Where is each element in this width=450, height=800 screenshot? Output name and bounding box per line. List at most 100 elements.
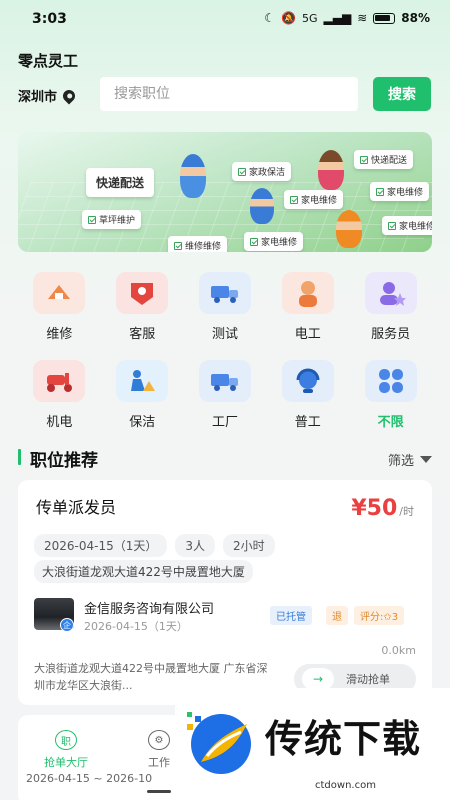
check-icon xyxy=(238,167,246,176)
repair-icon xyxy=(33,272,86,314)
wifi-icon: ≋ xyxy=(357,11,368,25)
app-title: 零点灵工 xyxy=(18,52,79,70)
truck-icon xyxy=(198,272,251,314)
category-label: 不限 xyxy=(377,415,404,430)
category-label: 保洁 xyxy=(129,415,156,430)
job-address-tag: 大浪街道龙观大道422号中晟置地大厦 xyxy=(34,560,253,583)
category-item[interactable]: 客服 xyxy=(101,272,184,342)
scooter-icon xyxy=(33,360,86,402)
job-card[interactable]: 传单派发员 ¥50 /时 2026-04-15（1天） 3人 2小时 大浪街道龙… xyxy=(18,480,432,705)
category-item[interactable]: 工厂 xyxy=(184,360,267,430)
banner-tile: 家电维修 xyxy=(244,232,304,251)
category-item[interactable]: 普工 xyxy=(266,360,349,430)
category-label: 客服 xyxy=(129,327,156,342)
section-header: 职位推荐 筛选 xyxy=(18,446,432,471)
cleaner-figure xyxy=(318,150,344,190)
courier-figure xyxy=(180,154,206,198)
enterprise-badge-icon: 企 xyxy=(60,618,74,632)
watermark-text: 传统下载 xyxy=(265,716,422,761)
tab-work-icon: ⚙ xyxy=(148,730,170,750)
company-date: 2026-04-15（1天） xyxy=(84,620,188,633)
banner-tile: 家电维修 xyxy=(284,190,344,209)
moon-icon: ☾ xyxy=(264,11,276,25)
promo-banner[interactable]: 快递配送 家政保洁 快递配送 草坪维护 家电维修 家电维修 维修维修 家电维修 … xyxy=(18,132,432,252)
tag-headcount: 3人 xyxy=(175,534,216,557)
category-item[interactable]: 保洁 xyxy=(101,360,184,430)
status-icons: ☾ 🔕 5G ▂▄▆ ≋ 88% xyxy=(264,11,430,25)
search-button[interactable]: 搜索 xyxy=(373,77,431,111)
electrician-figure xyxy=(336,210,362,248)
refund-badge: 退 xyxy=(326,606,348,625)
worker-icon xyxy=(281,272,334,314)
battery-icon xyxy=(373,12,396,24)
company-name: 金信服务咨询有限公司 xyxy=(84,602,215,617)
section-title: 职位推荐 xyxy=(30,451,98,471)
filter-label: 筛选 xyxy=(387,454,414,469)
customer-service-icon xyxy=(116,272,169,314)
company-row[interactable]: 企 金信服务咨询有限公司 2026-04-15（1天） 已托管 退 评分:✩3 xyxy=(34,598,418,634)
mute-icon: 🔕 xyxy=(281,11,296,25)
rating-badge: 评分:✩3 xyxy=(354,606,405,625)
category-item[interactable]: 电工 xyxy=(266,272,349,342)
price-unit: /时 xyxy=(399,505,414,518)
banner-tile: 家电维修 xyxy=(370,182,430,201)
tab-grab-hall[interactable]: 职 抢单大厅 xyxy=(44,730,88,770)
tab-home-icon: 职 xyxy=(55,730,77,750)
cleaner-icon xyxy=(116,360,169,402)
category-item[interactable]: 服务员 xyxy=(349,272,432,342)
banner-tile: 快递配送 xyxy=(86,168,155,197)
next-card-date: 2026-04-15 ~ 2026-10 xyxy=(26,772,153,785)
city-selector[interactable]: 深圳市 xyxy=(18,86,78,105)
job-title: 传单派发员 xyxy=(36,498,117,517)
tab-home-label: 抢单大厅 xyxy=(44,756,88,769)
check-icon xyxy=(360,155,368,164)
slide-label: 滑动抢单 xyxy=(346,673,390,686)
check-icon xyxy=(88,215,96,224)
category-item[interactable]: 不限 xyxy=(349,360,432,430)
waiter-icon xyxy=(364,272,417,314)
check-icon xyxy=(388,221,396,230)
hosted-badge: 已托管 xyxy=(270,606,312,625)
tag-duration: 2小时 xyxy=(223,534,275,557)
job-price: ¥50 /时 xyxy=(351,496,414,521)
tab-work-label: 工作 xyxy=(148,756,170,769)
category-label: 普工 xyxy=(294,415,321,430)
category-label: 电工 xyxy=(294,327,321,342)
category-label: 测试 xyxy=(211,327,238,342)
caret-down-icon xyxy=(420,456,432,463)
banner-tile: 快递配送 xyxy=(354,150,414,169)
category-label: 工厂 xyxy=(211,415,238,430)
search-input[interactable] xyxy=(100,77,358,111)
category-label: 服务员 xyxy=(371,327,411,342)
job-distance: 0.0km xyxy=(381,644,416,657)
headset-icon xyxy=(281,360,334,402)
category-item[interactable]: 维修 xyxy=(18,272,101,342)
category-label: 维修 xyxy=(46,327,73,342)
category-label: 机电 xyxy=(46,415,73,430)
filter-button[interactable]: 筛选 xyxy=(388,450,432,469)
truck-icon xyxy=(198,360,251,402)
watermark-url: ctdown.com xyxy=(315,780,376,791)
check-icon xyxy=(174,241,182,250)
banner-tile: 草坪维护 xyxy=(82,210,142,229)
status-time: 3:03 xyxy=(32,11,67,27)
signal-bars-icon: ▂▄▆ xyxy=(323,11,352,25)
category-item[interactable]: 机电 xyxy=(18,360,101,430)
job-tags: 2026-04-15（1天） 3人 2小时 xyxy=(34,534,275,557)
tab-work[interactable]: ⚙ 工作 xyxy=(148,730,170,770)
arrow-right-icon[interactable]: → xyxy=(302,668,334,690)
location-pin-icon xyxy=(60,87,78,104)
company-logo: 企 xyxy=(34,598,74,632)
check-icon xyxy=(376,187,384,196)
status-bar: 3:03 ☾ 🔕 5G ▂▄▆ ≋ 88% xyxy=(0,0,450,38)
category-grid: 维修 客服 测试 电工 服务员机电 保洁 工厂 普工 不限 xyxy=(18,272,432,430)
check-icon xyxy=(290,195,298,204)
home-indicator xyxy=(147,790,171,793)
check-icon xyxy=(250,237,258,246)
city-label: 深圳市 xyxy=(18,90,58,105)
watermark: 传统下载 ctdown.com xyxy=(175,688,450,800)
battery-percent: 88% xyxy=(401,11,430,25)
section-accent-bar xyxy=(18,449,21,465)
banner-tile: 家政保洁 xyxy=(232,162,292,181)
category-item[interactable]: 测试 xyxy=(184,272,267,342)
